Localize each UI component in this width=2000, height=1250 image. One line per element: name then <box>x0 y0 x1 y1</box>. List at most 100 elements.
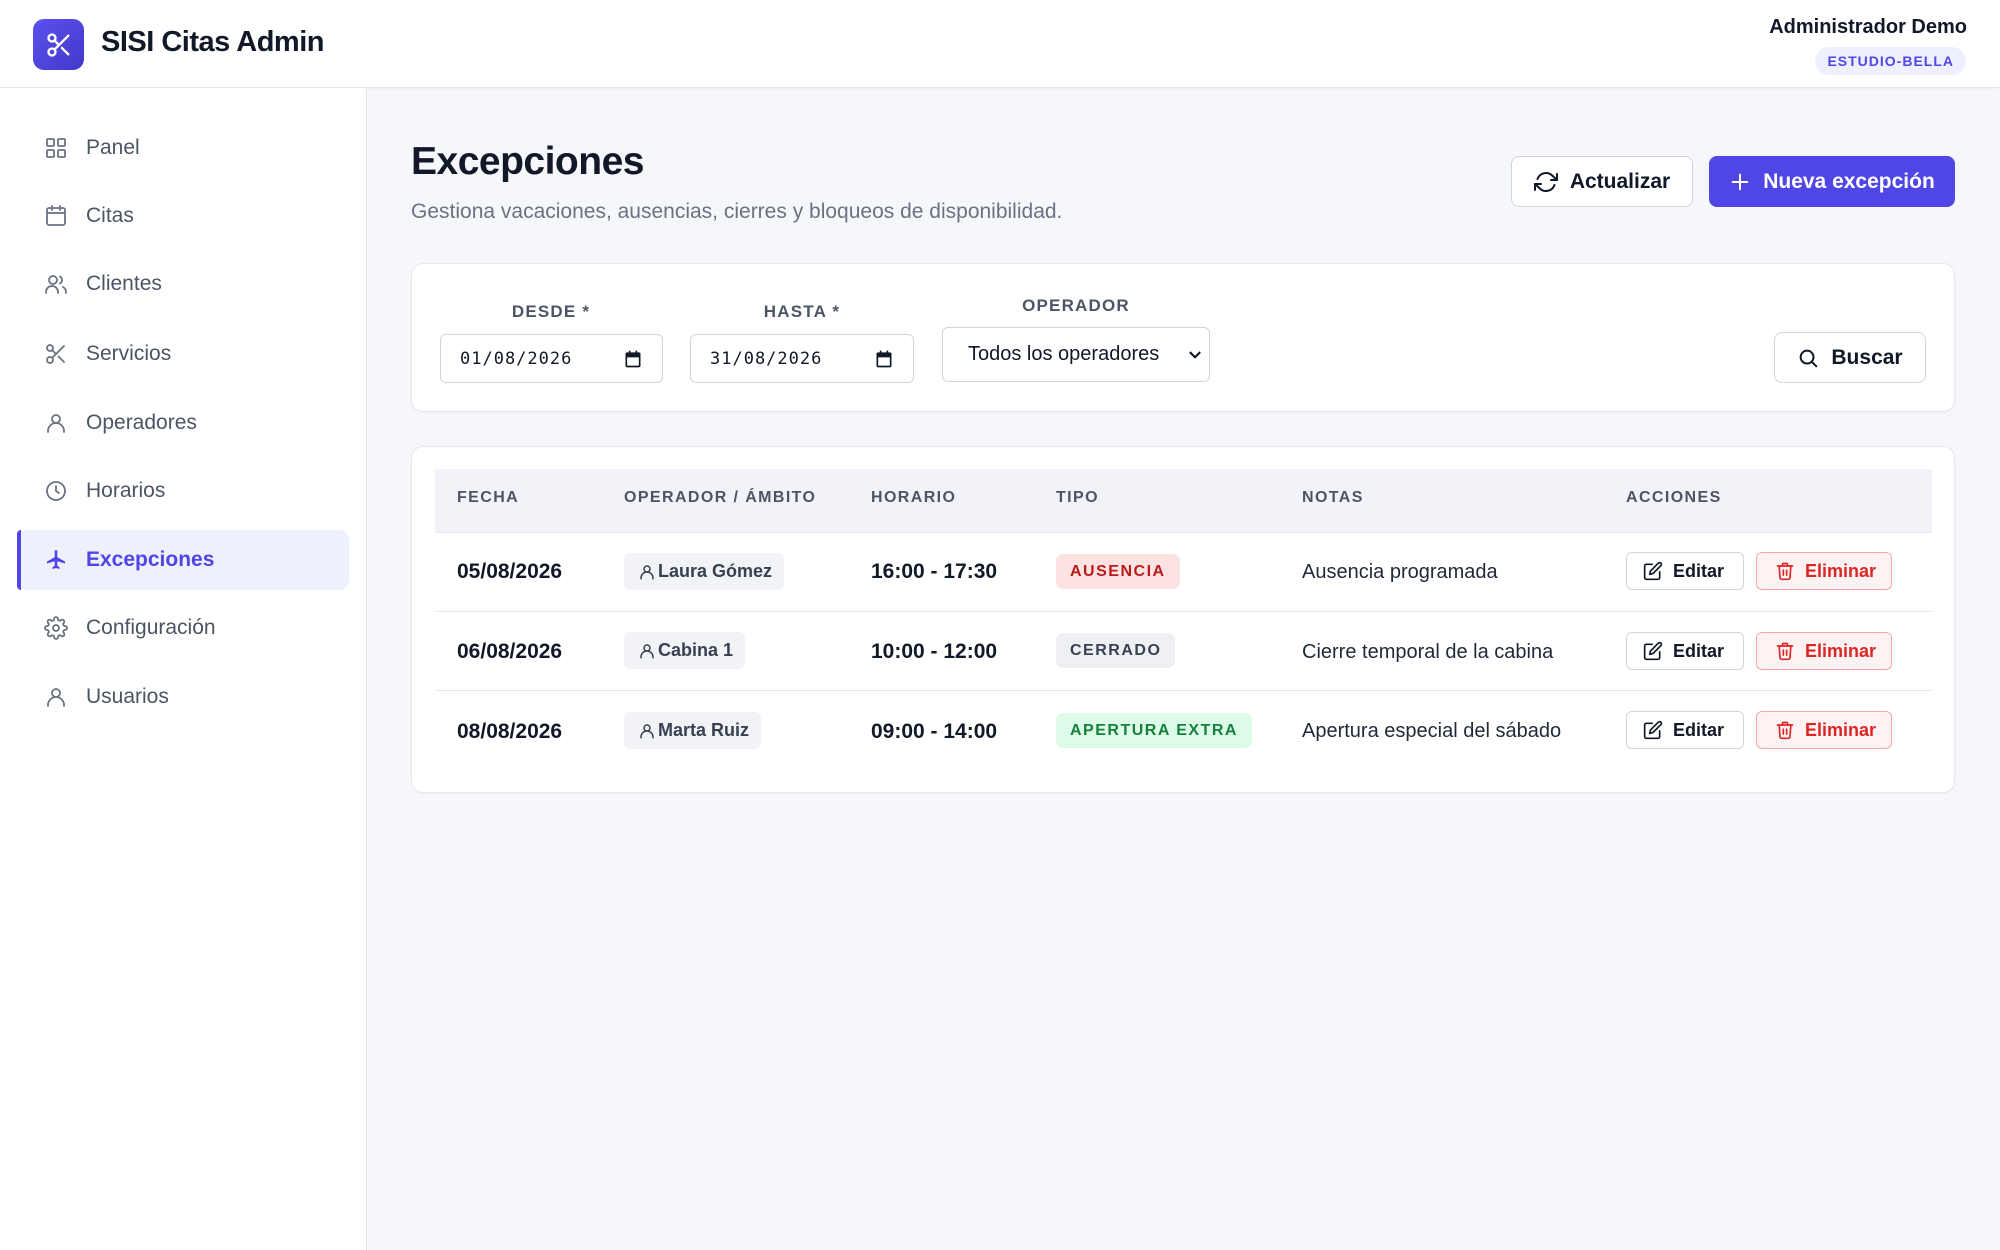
edit-icon <box>1643 641 1663 661</box>
sidebar-item-label: Configuración <box>86 616 216 639</box>
search-button[interactable]: Buscar <box>1774 332 1926 383</box>
trash-icon <box>1776 562 1794 581</box>
column-header-operator: OPERADOR / ÁMBITO <box>624 489 817 506</box>
edit-button[interactable]: Editar <box>1626 711 1744 749</box>
sidebar-item-configuracion[interactable]: Configuración <box>17 598 349 658</box>
from-date-input[interactable]: 01/08/2026 <box>440 334 663 383</box>
sidebar-item-label: Operadores <box>86 411 197 434</box>
column-header-actions: ACCIONES <box>1626 489 1722 506</box>
row-note: Ausencia programada <box>1302 561 1498 583</box>
row-note: Apertura especial del sábado <box>1302 720 1562 742</box>
tenant-badge: ESTUDIO-BELLA <box>1815 47 1966 75</box>
page-subtitle: Gestiona vacaciones, ausencias, cierres … <box>411 200 1063 223</box>
edit-icon <box>1643 561 1663 581</box>
edit-icon <box>1643 720 1663 740</box>
column-header-notes: NOTAS <box>1302 489 1364 506</box>
new-exception-button[interactable]: Nueva excepción <box>1709 156 1955 207</box>
type-badge: APERTURA EXTRA <box>1056 713 1252 748</box>
edit-label: Editar <box>1673 640 1725 661</box>
app-logo[interactable] <box>33 19 84 70</box>
type-badge: CERRADO <box>1056 633 1176 668</box>
sidebar-item-label: Clientes <box>86 272 162 295</box>
to-date-input[interactable]: 31/08/2026 <box>690 334 914 383</box>
refresh-button-label: Actualizar <box>1569 169 1671 193</box>
row-time: 09:00 - 14:00 <box>871 720 998 743</box>
user-icon <box>640 643 654 658</box>
row-date: 05/08/2026 <box>457 560 563 583</box>
search-button-label: Buscar <box>1831 345 1903 369</box>
row-date: 06/08/2026 <box>457 640 563 663</box>
from-label: DESDE * <box>511 302 591 321</box>
row-divider <box>435 611 1932 612</box>
user-icon <box>47 414 65 433</box>
app-title: SISI Citas Admin <box>101 26 324 58</box>
to-label: HASTA * <box>763 302 841 321</box>
gear-icon <box>44 616 68 640</box>
from-date-value: 01/08/2026 <box>460 348 573 369</box>
top-header: SISI Citas Admin Administrador Demo ESTU… <box>0 0 2000 88</box>
operator-name: Laura Gómez <box>658 561 773 581</box>
user-icon <box>640 723 654 738</box>
sidebar-item-label: Usuarios <box>86 685 169 708</box>
sidebar-item-label: Citas <box>86 204 134 227</box>
column-header-type: TIPO <box>1056 489 1099 506</box>
chevron-down-icon <box>1189 351 1201 359</box>
operator-name: Cabina 1 <box>658 640 734 660</box>
sidebar-item-clientes[interactable]: Clientes <box>17 254 349 314</box>
edit-label: Editar <box>1673 560 1725 581</box>
sidebar-item-citas[interactable]: Citas <box>17 186 349 246</box>
sidebar-item-operadores[interactable]: Operadores <box>17 393 349 453</box>
refresh-button[interactable]: Actualizar <box>1511 156 1693 207</box>
row-time: 10:00 - 12:00 <box>871 640 998 663</box>
delete-button[interactable]: Eliminar <box>1756 711 1892 749</box>
operator-select-value: Todos los operadores <box>968 343 1160 365</box>
operator-chip: Cabina 1 <box>624 632 746 669</box>
sidebar-item-servicios[interactable]: Servicios <box>17 324 349 384</box>
scissors-icon <box>46 32 70 57</box>
row-divider <box>435 690 1932 691</box>
calendar-icon[interactable] <box>623 349 643 369</box>
sidebar-item-label: Servicios <box>86 342 172 365</box>
delete-label: Eliminar <box>1805 719 1877 740</box>
operator-label: OPERADOR <box>1022 296 1130 315</box>
sidebar-item-panel[interactable]: Panel <box>17 118 349 178</box>
search-icon <box>1800 349 1818 367</box>
delete-button[interactable]: Eliminar <box>1756 632 1892 670</box>
sidebar: Panel Citas Clientes Servicios Operadore… <box>0 88 367 1250</box>
trash-icon <box>1776 721 1794 740</box>
edit-button[interactable]: Editar <box>1626 552 1744 590</box>
sidebar-item-usuarios[interactable]: Usuarios <box>17 667 349 727</box>
user-icon <box>47 688 65 707</box>
scissors-icon <box>46 344 65 364</box>
page-title: Excepciones <box>411 140 644 183</box>
row-note: Cierre temporal de la cabina <box>1302 641 1554 663</box>
sidebar-item-horarios[interactable]: Horarios <box>17 461 349 521</box>
clock-icon <box>46 481 66 501</box>
row-date: 08/08/2026 <box>457 720 563 743</box>
column-header-time: HORARIO <box>871 489 957 506</box>
row-time: 16:00 - 17:30 <box>871 560 998 583</box>
plane-icon <box>47 550 65 569</box>
operator-name: Marta Ruiz <box>658 720 750 740</box>
operator-chip: Marta Ruiz <box>624 712 762 749</box>
grid-icon <box>46 138 66 158</box>
to-date-value: 31/08/2026 <box>710 348 823 369</box>
column-header-date: FECHA <box>457 489 520 506</box>
sidebar-item-label: Panel <box>86 136 140 159</box>
trash-icon <box>1776 642 1794 661</box>
users-icon <box>45 275 67 294</box>
operator-select[interactable]: Todos los operadores <box>942 327 1210 382</box>
edit-label: Editar <box>1673 719 1725 740</box>
refresh-icon <box>1533 171 1558 192</box>
plus-icon <box>1731 173 1749 190</box>
delete-button[interactable]: Eliminar <box>1756 552 1892 590</box>
sidebar-item-label: Horarios <box>86 479 166 502</box>
user-name[interactable]: Administrador Demo <box>1769 16 1967 39</box>
sidebar-item-excepciones[interactable]: Excepciones <box>17 530 349 590</box>
calendar-icon[interactable] <box>874 349 894 369</box>
delete-label: Eliminar <box>1805 640 1877 661</box>
sidebar-item-label: Excepciones <box>86 548 215 571</box>
calendar-icon <box>46 205 66 226</box>
operator-chip: Laura Gómez <box>624 553 785 590</box>
edit-button[interactable]: Editar <box>1626 632 1744 670</box>
